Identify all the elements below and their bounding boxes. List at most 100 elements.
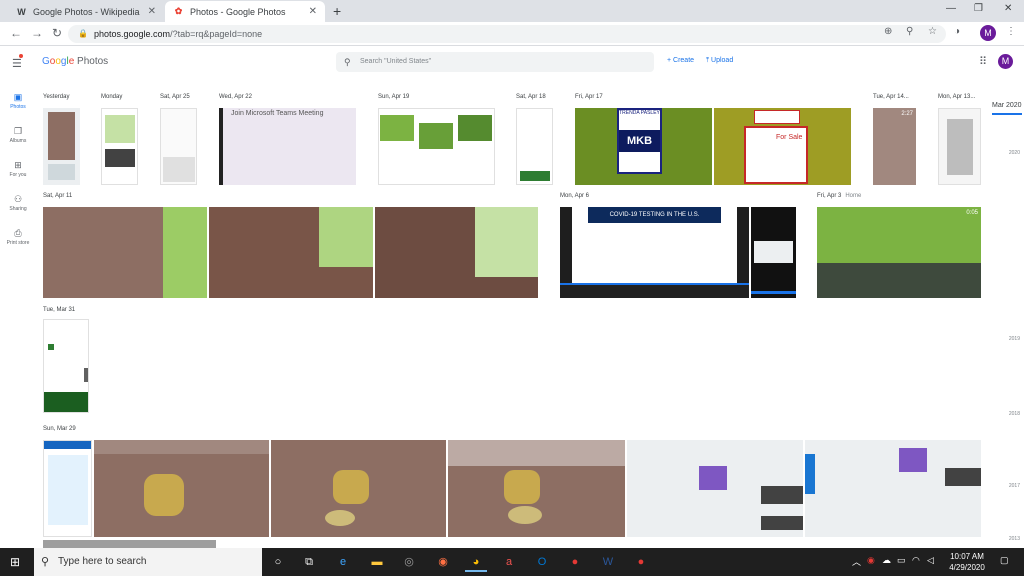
photo-thumbnail[interactable] [101,108,138,185]
date-label: Sun, Apr 19 [378,94,410,100]
photo-thumbnail[interactable] [160,108,197,185]
photo-thumbnail[interactable] [43,319,89,413]
tab-wikipedia[interactable]: W Google Photos - Wikipedia ✕ [8,1,164,22]
record-icon[interactable]: ● [564,552,586,572]
video-duration: 0:05 [966,210,978,216]
photo-thumbnail[interactable] [805,440,981,537]
sidebar-item-label: Albums [9,138,27,144]
cortana-icon[interactable]: ○ [267,552,289,572]
timeline-scrubber[interactable]: Mar 2020 2020 2019 2018 2017 2013 [986,92,1024,544]
scrubber-year[interactable]: 2019 [1009,336,1020,342]
scrubber-year[interactable]: 2018 [1009,411,1020,417]
video-duration: 2:27 [901,111,913,117]
upload-button[interactable]: ⤒ Upload [706,57,733,65]
windows-start-icon[interactable]: ⊞ [10,555,20,569]
video-thumbnail[interactable]: 0:05 [817,207,981,298]
app-icon[interactable]: a [498,552,520,572]
photo-thumbnail[interactable]: Join Microsoft Teams Meeting [219,108,356,185]
albums-icon: ❐ [13,126,23,136]
wikipedia-favicon-icon: W [17,6,26,17]
video-thumbnail[interactable]: 2:27 [873,108,916,185]
location-label[interactable]: Home [845,193,861,199]
date-label: Sat, Apr 18 [516,94,546,100]
photo-thumbnail[interactable]: For Sale [714,108,851,185]
taskbar-search-input[interactable]: ⚲ Type here to search [34,548,262,576]
scrubber-year[interactable]: 2020 [1009,150,1020,156]
app-icon[interactable]: ◎ [398,552,420,572]
photo-thumbnail[interactable] [43,207,207,298]
date-label: Monday [101,94,123,100]
photo-thumbnail[interactable] [627,440,803,537]
sidebar-item-albums[interactable]: ❐ Albums [0,126,36,144]
url-field[interactable]: 🔒 photos.google.com/?tab=rq&pageId=none [68,25,946,43]
account-avatar[interactable]: M [998,54,1013,69]
photo-thumbnail[interactable] [271,440,446,537]
scrubber-year[interactable]: 2017 [1009,483,1020,489]
chrome-icon[interactable]: ◕ [465,552,487,572]
video-thumbnail[interactable] [751,207,796,298]
photo-thumbnail[interactable] [375,207,538,298]
wifi-icon[interactable]: ◠ [912,555,920,566]
add-site-icon[interactable]: ⊕ [884,26,892,37]
create-button[interactable]: + Create [667,57,694,64]
volume-icon[interactable]: ◁ [927,555,934,566]
photo-thumbnail[interactable] [448,440,625,537]
sidebar-item-for-you[interactable]: ⊞ For you [0,160,36,178]
logo-letter: G [42,56,50,67]
main-menu-icon[interactable]: ☰ [12,57,22,70]
file-explorer-icon[interactable]: ▬ [366,552,388,572]
close-window-icon[interactable]: ✕ [1004,3,1012,14]
tab-title: Google Photos - Wikipedia [33,6,140,17]
record-icon[interactable]: ● [630,552,652,572]
google-photos-favicon-icon: ✿ [174,6,183,16]
sidebar-item-print-store[interactable]: ⎙ Print store [0,228,36,246]
reload-icon[interactable]: ↻ [52,26,62,40]
thumb-text: COVID-19 TESTING IN THE U.S. [588,207,721,223]
close-tab-icon[interactable]: ✕ [148,6,156,17]
browser-profile-avatar[interactable]: M [980,25,996,41]
minimize-icon[interactable]: — [946,3,956,14]
bookmark-star-icon[interactable]: ☆ [928,26,937,37]
edge-icon[interactable]: e [332,552,354,572]
scrubber-year[interactable]: 2013 [1009,536,1020,542]
date-label: Sat, Apr 25 [160,94,190,100]
cloud-icon[interactable]: ☁ [882,555,891,566]
photo-thumbnail[interactable]: TRENDA PASLEY MKB [575,108,712,185]
photo-thumbnail[interactable] [378,108,495,185]
photo-thumbnail[interactable] [43,108,80,185]
forward-arrow-icon[interactable]: → [31,26,43,40]
word-icon[interactable]: W [597,552,619,572]
notifications-icon[interactable]: ▢ [1000,555,1009,566]
sidebar-item-label: Print store [6,240,30,246]
photo-thumbnail[interactable] [43,440,92,537]
photo-thumbnail[interactable] [516,108,553,185]
sidebar-item-photos[interactable]: ▣ Photos [0,92,36,110]
app-icon[interactable]: ◉ [432,552,454,572]
apps-grid-icon[interactable]: ⠿ [979,55,987,68]
photo-thumbnail[interactable] [94,440,269,537]
tab-google-photos[interactable]: ✿ Photos - Google Photos ✕ [165,1,325,22]
sidebar-item-sharing[interactable]: ⚇ Sharing [0,194,36,212]
zoom-icon[interactable]: ⚲ [906,26,913,37]
photo-thumbnail[interactable] [209,207,373,298]
video-thumbnail[interactable]: COVID-19 TESTING IN THE U.S. [560,207,749,298]
taskbar-clock[interactable]: 10:07 AM 4/29/2020 [942,551,992,573]
maximize-icon[interactable]: ❐ [974,3,983,14]
back-arrow-icon[interactable]: ← [10,26,22,40]
browser-menu-icon[interactable]: ⋮ [1006,26,1016,37]
new-tab-button[interactable]: + [333,3,341,19]
extension-icon[interactable]: ◑ [954,26,960,37]
sidebar-item-label: Sharing [9,206,27,212]
date-label: Sat, Apr 11 [43,193,73,199]
close-tab-icon[interactable]: ✕ [309,6,317,17]
outlook-icon[interactable]: O [531,552,553,572]
scrubber-current-date: Mar 2020 [992,102,1022,109]
photos-search-input[interactable]: ⚲ Search "United States" [336,52,654,72]
google-photos-logo[interactable]: Google Photos [42,56,108,67]
photo-thumbnail[interactable] [938,108,981,185]
chevron-up-icon[interactable]: ︿ [852,555,861,568]
task-view-icon[interactable]: ⧉ [298,552,320,572]
network-icon[interactable]: ▭ [897,555,906,566]
record-tray-icon[interactable]: ◉ [867,555,875,566]
photo-thumbnail[interactable] [43,540,216,548]
